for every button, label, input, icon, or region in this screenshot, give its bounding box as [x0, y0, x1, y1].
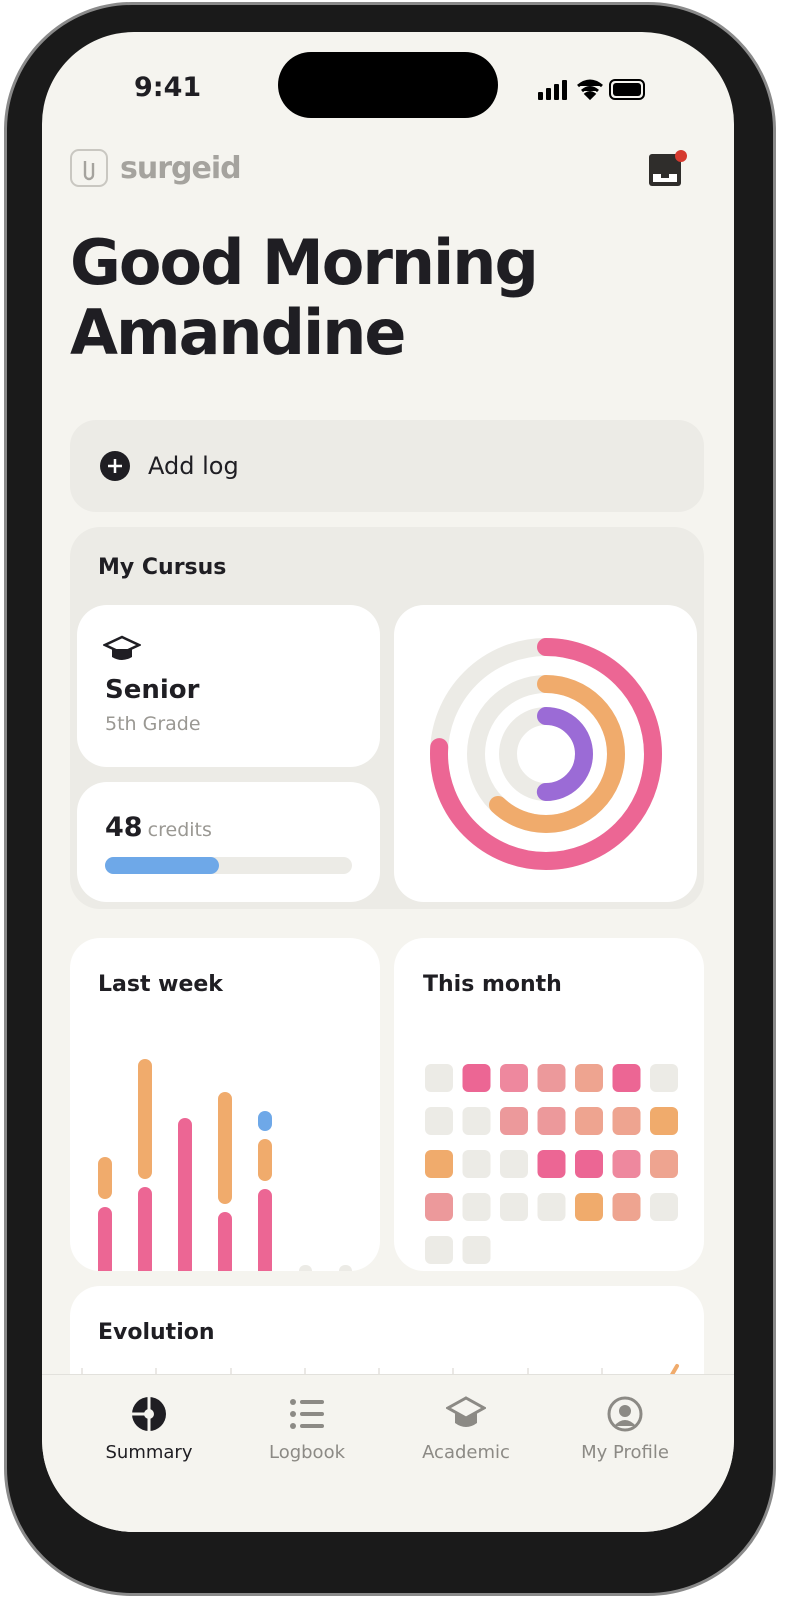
- heatmap-cell: [537, 1150, 566, 1178]
- brand-logo: surgeid: [70, 149, 242, 187]
- tab-label: My Profile: [581, 1442, 669, 1463]
- inbox-icon[interactable]: [646, 148, 688, 190]
- status-icons: [538, 79, 645, 101]
- credits-progress-bar: [105, 857, 352, 874]
- bar-segment: [178, 1118, 192, 1271]
- heatmap-cell: [612, 1064, 641, 1092]
- credits-label: credits: [147, 819, 212, 841]
- heatmap-cell: [425, 1064, 453, 1092]
- this-month-heatmap: [425, 1064, 678, 1264]
- evolution-title: Evolution: [98, 1320, 215, 1345]
- heatmap-cell: [575, 1107, 603, 1135]
- screen: 9:41 surgeid Good Morning Amandine Add lo…: [42, 32, 734, 1532]
- heatmap-cell: [612, 1150, 641, 1178]
- heatmap-cell: [425, 1236, 453, 1264]
- progress-rings: [430, 638, 662, 870]
- bar-segment: [98, 1157, 112, 1199]
- bar-segment: [138, 1059, 152, 1179]
- graduation-cap-icon: [103, 635, 141, 660]
- heatmap-cell: [500, 1107, 528, 1135]
- heatmap-cell: [650, 1107, 678, 1135]
- heatmap-cell: [500, 1150, 528, 1178]
- heatmap-cell: [462, 1107, 491, 1135]
- heatmap-cell: [500, 1193, 528, 1221]
- heatmap-cell: [575, 1193, 603, 1221]
- heatmap-cell: [462, 1064, 491, 1092]
- tab-label: Logbook: [268, 1442, 346, 1463]
- bar-segment: [218, 1092, 232, 1204]
- heatmap-cell: [462, 1150, 491, 1178]
- cursus-section: My Cursus Senior 5th Grade 48 credits: [70, 527, 704, 909]
- cursus-title: My Cursus: [98, 555, 227, 580]
- profile-icon: [607, 1396, 643, 1432]
- this-month-card[interactable]: This month: [394, 938, 704, 1271]
- credits-card[interactable]: 48 credits: [77, 782, 380, 902]
- grade: 5th Grade: [105, 713, 201, 735]
- status-time: 9:41: [134, 72, 202, 103]
- brand-name: surgeid: [120, 150, 242, 186]
- tab-logbook[interactable]: Logbook: [232, 1396, 382, 1463]
- tab-label: Summary: [105, 1442, 193, 1463]
- tab-label: Academic: [422, 1442, 510, 1463]
- heatmap-cell: [537, 1064, 566, 1092]
- tab-my-profile[interactable]: My Profile: [550, 1396, 700, 1463]
- heatmap-cell: [650, 1064, 678, 1092]
- level: Senior: [105, 675, 200, 705]
- tab-summary[interactable]: Summary: [74, 1396, 224, 1463]
- summary-icon: [131, 1396, 166, 1432]
- bar-empty: [299, 1265, 312, 1271]
- list-icon: [290, 1399, 324, 1429]
- bar-segment: [98, 1207, 112, 1271]
- last-week-card[interactable]: Last week: [70, 938, 380, 1271]
- tab-academic[interactable]: Academic: [391, 1396, 541, 1463]
- heatmap-cell: [612, 1107, 641, 1135]
- graduation-cap-icon: [446, 1396, 486, 1427]
- heatmap-cell: [575, 1150, 603, 1178]
- last-week-chart: [98, 1059, 352, 1271]
- rings-card[interactable]: [394, 605, 697, 902]
- heatmap-cell: [650, 1150, 678, 1178]
- heatmap-cell: [425, 1193, 453, 1221]
- dynamic-island: [278, 52, 498, 118]
- heatmap-cell: [462, 1193, 491, 1221]
- heatmap-cell: [500, 1064, 528, 1092]
- bar-segment: [138, 1187, 152, 1271]
- greeting: Good Morning Amandine: [70, 226, 539, 369]
- add-log-button[interactable]: Add log: [70, 420, 704, 512]
- heatmap-cell: [425, 1107, 453, 1135]
- heatmap-cell: [537, 1193, 566, 1221]
- credits-progress-fill: [105, 857, 219, 874]
- heatmap-cell: [537, 1107, 566, 1135]
- bar-empty: [339, 1265, 352, 1271]
- heatmap-cell: [462, 1236, 491, 1264]
- heatmap-cell: [575, 1064, 603, 1092]
- plus-circle-icon: [100, 451, 130, 481]
- bar-segment: [258, 1139, 272, 1181]
- bar-segment: [258, 1111, 272, 1131]
- greeting-name: Amandine: [70, 296, 406, 369]
- bar-segment: [218, 1212, 232, 1271]
- heatmap-cell: [612, 1193, 641, 1221]
- paperclip-logo-icon: [70, 149, 108, 187]
- bar-segment: [258, 1189, 272, 1271]
- add-log-label: Add log: [148, 452, 239, 480]
- greeting-line1: Good Morning: [70, 226, 539, 299]
- heatmap-cell: [425, 1150, 453, 1178]
- heatmap-cell: [650, 1193, 678, 1221]
- level-card[interactable]: Senior 5th Grade: [77, 605, 380, 767]
- credits-value: 48: [105, 812, 143, 843]
